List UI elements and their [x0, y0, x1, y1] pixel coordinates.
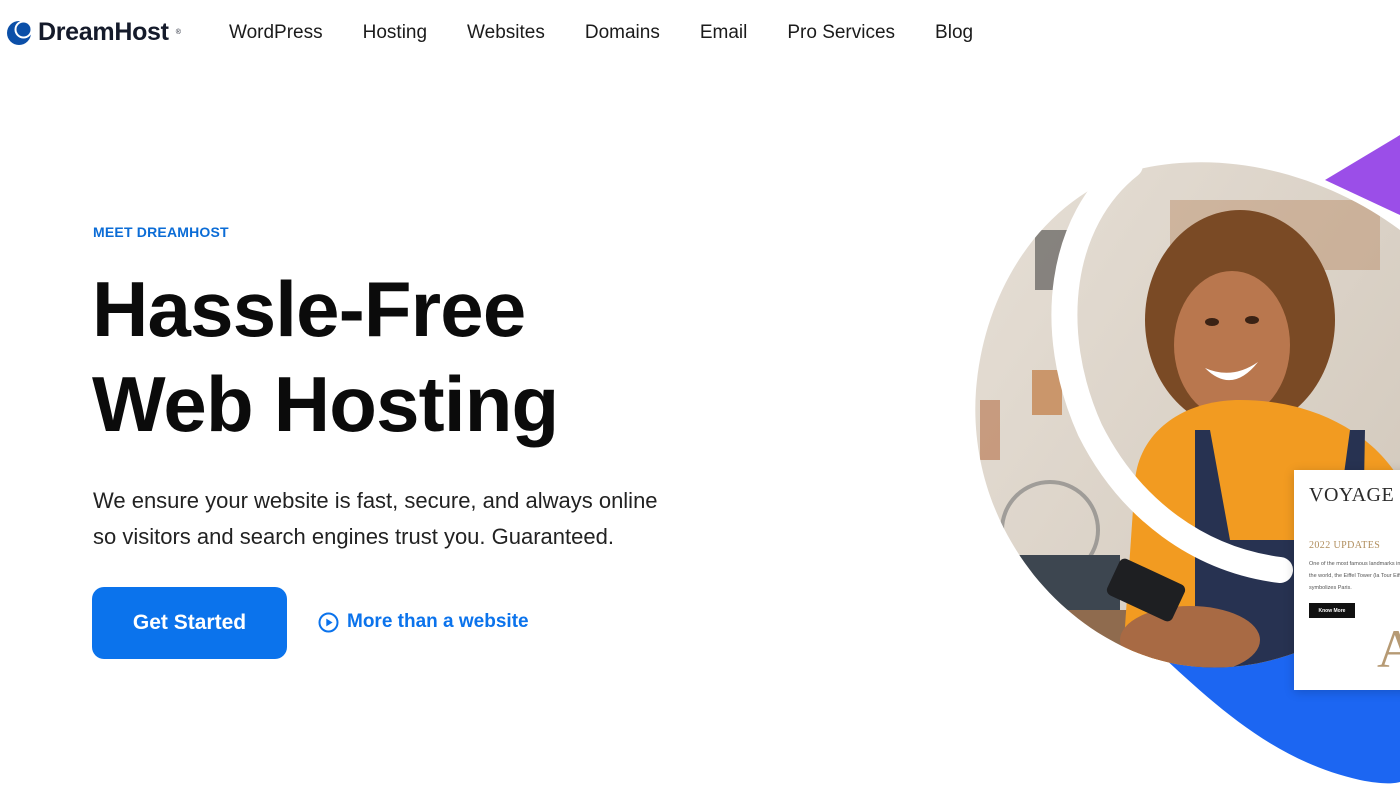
- more-than-a-website-link[interactable]: More than a website: [318, 611, 529, 633]
- hero-headline: Hassle-Free Web Hosting: [92, 262, 559, 452]
- main-nav: WordPress Hosting Websites Domains Email…: [229, 22, 973, 44]
- site-header: DreamHost ® WordPress Hosting Websites Do…: [0, 0, 1400, 70]
- brand-name: DreamHost: [38, 18, 169, 46]
- dreamhost-logo[interactable]: DreamHost ®: [6, 18, 181, 47]
- preview-card-know-more-button[interactable]: Know More: [1309, 603, 1355, 618]
- registered-mark: ®: [175, 29, 181, 36]
- play-circle-icon: [318, 612, 339, 633]
- nav-item-blog[interactable]: Blog: [935, 22, 973, 44]
- subheadline-line-2: so visitors and search engines trust you…: [93, 524, 614, 549]
- nav-item-domains[interactable]: Domains: [585, 22, 660, 44]
- website-preview-card: VOYAGE 2022 UPDATES One of the most famo…: [1294, 470, 1400, 690]
- get-started-button[interactable]: Get Started: [92, 587, 287, 659]
- subheadline-line-1: We ensure your website is fast, secure, …: [93, 488, 658, 513]
- preview-card-title: VOYAGE: [1309, 484, 1395, 506]
- video-link-label: More than a website: [347, 611, 529, 632]
- nav-item-pro-services[interactable]: Pro Services: [787, 22, 895, 44]
- headline-line-1: Hassle-Free: [92, 265, 526, 353]
- dreamhost-moon-icon: [6, 20, 33, 46]
- nav-item-hosting[interactable]: Hosting: [363, 22, 427, 44]
- hero-illustration: [940, 100, 1400, 800]
- preview-card-subtitle: 2022 UPDATES: [1309, 540, 1381, 551]
- nav-item-email[interactable]: Email: [700, 22, 748, 44]
- headline-line-2: Web Hosting: [92, 360, 559, 448]
- nav-item-websites[interactable]: Websites: [467, 22, 545, 44]
- preview-card-body: One of the most famous landmarks in the …: [1309, 561, 1400, 591]
- hero-subheadline: We ensure your website is fast, secure, …: [93, 483, 733, 555]
- nav-item-wordpress[interactable]: WordPress: [229, 22, 323, 44]
- hero-eyebrow: MEET DREAMHOST: [93, 224, 229, 240]
- preview-card-letter: A: [1377, 619, 1400, 679]
